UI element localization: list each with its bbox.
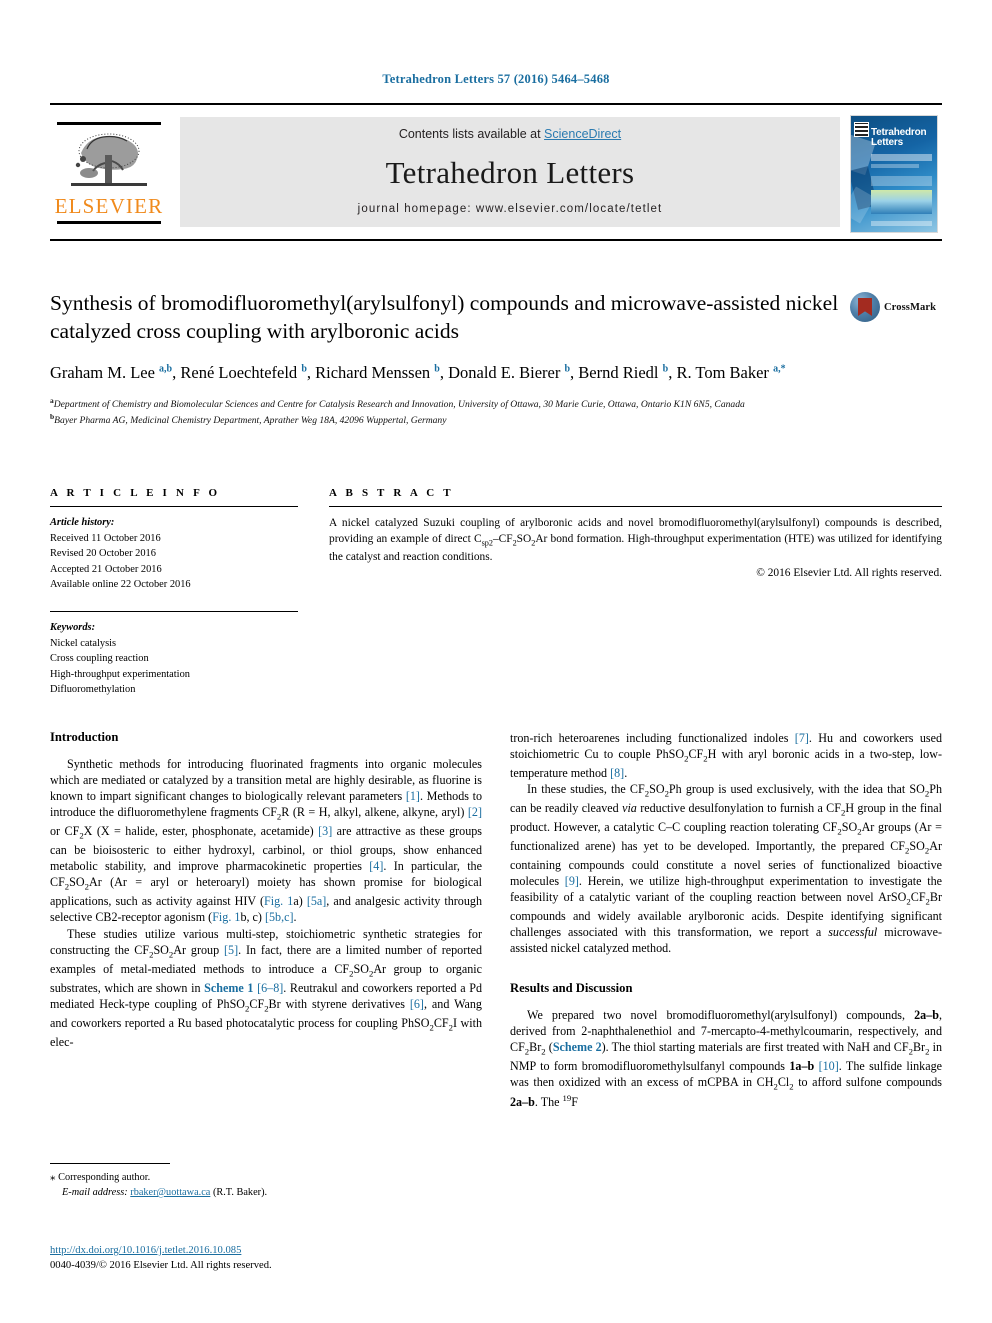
title-block: CrossMark Synthesis of bromodifluorometh…	[50, 290, 942, 427]
doi-block: http://dx.doi.org/10.1016/j.tetlet.2016.…	[50, 1243, 482, 1273]
affiliation-list: aDepartment of Chemistry and Biomolecula…	[50, 396, 942, 428]
article-history-label: Article history:	[50, 517, 115, 528]
affiliation-text-b: Bayer Pharma AG, Medicinal Chemistry Dep…	[54, 414, 447, 426]
history-item: Accepted 21 October 2016	[50, 563, 162, 575]
corresponding-author-text: Corresponding author.	[58, 1172, 151, 1183]
journal-title: Tetrahedron Letters	[385, 154, 635, 190]
history-item: Available online 22 October 2016	[50, 579, 191, 591]
section-heading-results: Results and Discussion	[510, 980, 633, 995]
body-paragraph: Synthetic methods for introducing fluori…	[50, 757, 482, 925]
history-item: Revised 20 October 2016	[50, 548, 156, 560]
body-columns: Introduction Synthetic methods for intro…	[50, 730, 942, 1110]
doi-link[interactable]: http://dx.doi.org/10.1016/j.tetlet.2016.…	[50, 1245, 241, 1256]
body-paragraph: We prepared two novel bromodifluoromethy…	[510, 1007, 942, 1109]
keyword-item: Cross coupling reaction	[50, 653, 149, 665]
article-info-rule-top	[50, 506, 298, 507]
crossmark-label: CrossMark	[884, 301, 937, 313]
keywords-label: Keywords:	[50, 622, 96, 634]
keyword-item: Nickel catalysis	[50, 637, 117, 649]
elsevier-logo[interactable]: ELSEVIER	[50, 111, 168, 233]
author-list: Graham M. Lee a,b, René Loechtefeld b, R…	[50, 363, 786, 383]
elsevier-tree-icon	[71, 133, 147, 186]
journal-masthead: ELSEVIER Contents lists available at Sci…	[50, 103, 942, 241]
body-paragraph: In these studies, the CF2SO2Ph group is …	[510, 782, 943, 956]
journal-article-page: Tetrahedron Letters 57 (2016) 5464–5468	[0, 0, 992, 1323]
crossmark-badge-group[interactable]: CrossMark	[850, 292, 942, 322]
footnote-block: ⁎ Corresponding author. E-mail address: …	[50, 1163, 482, 1201]
contents-prefix: Contents lists available at	[398, 127, 545, 141]
running-head: Tetrahedron Letters 57 (2016) 5464–5468	[382, 72, 610, 86]
affiliation-a: aDepartment of Chemistry and Biomolecula…	[50, 396, 942, 412]
qr-code-icon	[854, 122, 869, 137]
history-item: Received 11 October 2016	[50, 532, 161, 544]
corresponding-author-marker: ⁎	[50, 1171, 56, 1183]
email-label: E-mail address:	[62, 1186, 128, 1198]
article-info-heading: A R T I C L E I N F O	[50, 487, 221, 499]
journal-cover-thumbnail[interactable]: Tetrahedron Letters	[850, 115, 938, 233]
keyword-item: High-throughput experimentation	[50, 668, 190, 680]
body-paragraph: tron-rich heteroarenes including functio…	[510, 731, 942, 781]
affiliation-b: bBayer Pharma AG, Medicinal Chemistry De…	[50, 412, 942, 428]
footnote-rule	[50, 1163, 170, 1164]
email-link[interactable]: rbaker@uottawa.ca	[130, 1187, 210, 1198]
sciencedirect-link[interactable]: ScienceDirect	[544, 127, 621, 141]
section-heading-introduction: Introduction	[50, 730, 119, 744]
abstract-copyright: © 2016 Elsevier Ltd. All rights reserved…	[756, 567, 942, 580]
body-column-left: Introduction Synthetic methods for intro…	[50, 730, 482, 1110]
keywords-list: Nickel catalysis Cross coupling reaction…	[50, 636, 298, 698]
info-abstract-row: A R T I C L E I N F O Article history: R…	[50, 487, 942, 698]
contents-list-line: Contents lists available at ScienceDirec…	[399, 127, 621, 141]
cover-title-text: Tetrahedron Letters	[871, 127, 927, 149]
logo-rule-top	[57, 122, 161, 125]
abstract-text: A nickel catalyzed Suzuki coupling of ar…	[329, 517, 942, 564]
keyword-item: Difluoromethylation	[50, 684, 136, 696]
elsevier-wordmark: ELSEVIER	[54, 194, 164, 218]
keywords-rule	[50, 611, 298, 613]
affiliation-text-a: Department of Chemistry and Biomolecular…	[53, 399, 745, 411]
page-title: Synthesis of bromodifluoromethyl(arylsul…	[50, 291, 839, 343]
journal-homepage-line[interactable]: journal homepage: www.elsevier.com/locat…	[358, 203, 663, 215]
body-paragraph: These studies utilize various multi-step…	[50, 926, 483, 1049]
email-owner: (R.T. Baker).	[212, 1186, 268, 1198]
article-history-list: Received 11 October 2016 Revised 20 Octo…	[50, 531, 298, 593]
logo-rule-bottom	[57, 221, 161, 224]
abstract-column: A B S T R A C T A nickel catalyzed Suzuk…	[329, 487, 942, 698]
crossmark-icon	[850, 292, 880, 322]
journal-band: Contents lists available at ScienceDirec…	[180, 117, 840, 227]
abstract-rule-top	[329, 506, 942, 507]
email-line: E-mail address: rbaker@uottawa.ca (R.T. …	[50, 1186, 482, 1201]
article-info-column: A R T I C L E I N F O Article history: R…	[50, 487, 298, 698]
corresponding-author-line: ⁎ Corresponding author.	[50, 1170, 482, 1186]
body-column-right: tron-rich heteroarenes including functio…	[510, 730, 942, 1110]
issn-copyright-line: 0040-4039/© 2016 Elsevier Ltd. All right…	[50, 1260, 272, 1272]
abstract-heading: A B S T R A C T	[329, 487, 454, 499]
